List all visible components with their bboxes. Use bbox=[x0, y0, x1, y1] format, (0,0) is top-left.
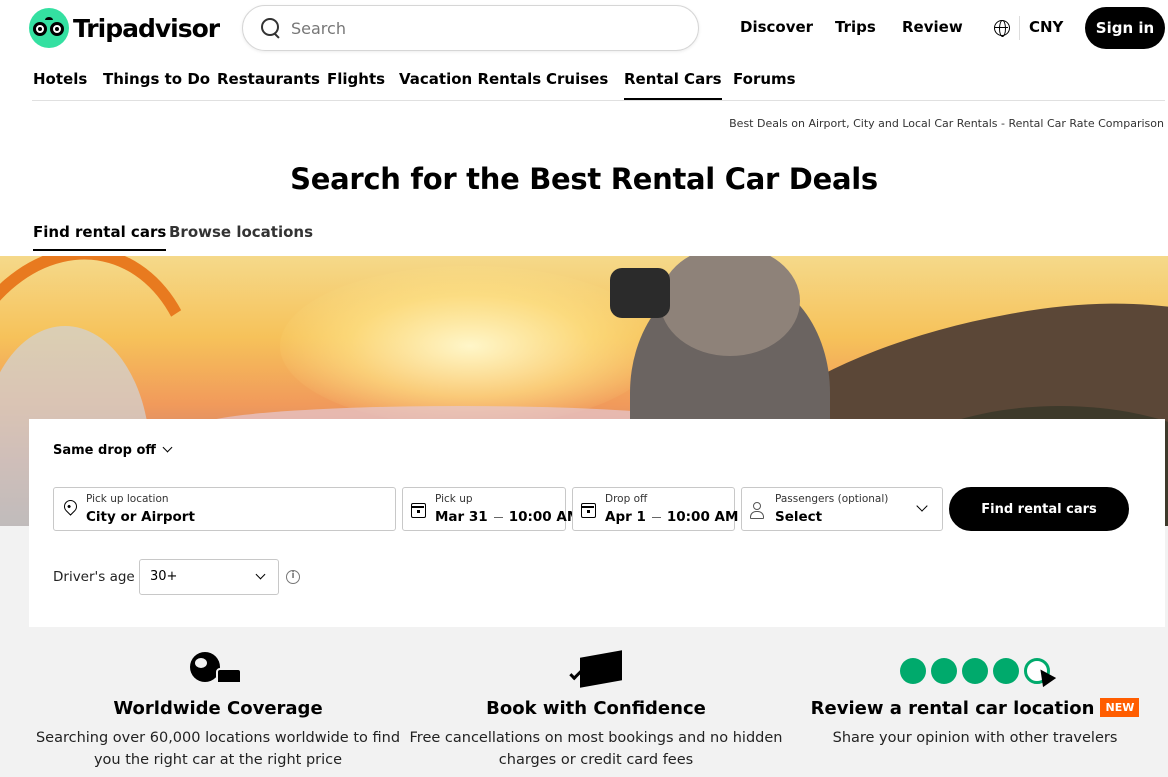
feature-title: Worldwide Coverage bbox=[113, 698, 323, 719]
feature-text: Searching over 60,000 locations worldwid… bbox=[35, 730, 401, 768]
wallet-check-icon bbox=[568, 650, 624, 692]
chevron-down-icon bbox=[916, 500, 928, 512]
globe-icon[interactable] bbox=[994, 20, 1010, 37]
dropoff-date: Apr 1 bbox=[605, 509, 646, 525]
passengers-label: Passengers (optional) bbox=[775, 493, 889, 505]
owl-logo-icon bbox=[29, 8, 69, 48]
nav-trips[interactable]: Trips bbox=[835, 18, 876, 36]
search-bar[interactable] bbox=[242, 5, 699, 51]
rental-search-form: Same drop off Pick up location City or A… bbox=[29, 419, 1165, 627]
nav-review[interactable]: Review bbox=[902, 18, 963, 36]
globe-car-icon bbox=[190, 650, 246, 692]
sign-in-button[interactable]: Sign in bbox=[1085, 7, 1165, 49]
pickup-location-value: City or Airport bbox=[86, 509, 195, 525]
category-cruises[interactable]: Cruises bbox=[546, 70, 608, 88]
dropoff-datetime: Apr 1 10:00 AM bbox=[605, 509, 738, 525]
find-rental-cars-button[interactable]: Find rental cars bbox=[949, 487, 1129, 531]
feature-title-text: Review a rental car location bbox=[810, 698, 1095, 719]
category-rental-cars[interactable]: Rental Cars bbox=[624, 70, 722, 100]
feature-review-location: Review a rental car location NEW Share yo… bbox=[785, 650, 1165, 749]
pickup-date-field[interactable]: Pick up Mar 31 10:00 AM bbox=[402, 487, 580, 531]
feature-worldwide-coverage: Worldwide Coverage Searching over 60,000… bbox=[28, 650, 408, 771]
tab-browse-locations[interactable]: Browse locations bbox=[169, 223, 313, 241]
currency-selector[interactable]: CNY bbox=[1029, 18, 1063, 36]
dropoff-time: 10:00 AM bbox=[666, 509, 739, 525]
dropoff-label: Drop off bbox=[605, 493, 648, 505]
drivers-age-select[interactable]: 30+ bbox=[139, 559, 279, 595]
search-icon bbox=[261, 18, 281, 38]
chevron-down-icon bbox=[255, 569, 266, 580]
pickup-date: Mar 31 bbox=[435, 509, 488, 525]
pickup-location-label: Pick up location bbox=[86, 493, 169, 505]
pickup-location-field[interactable]: Pick up location City or Airport bbox=[53, 487, 396, 531]
feature-text: Free cancellations on most bookings and … bbox=[409, 730, 783, 768]
rating-bubbles-icon bbox=[895, 650, 1057, 692]
dropoff-date-field[interactable]: Drop off Apr 1 10:00 AM bbox=[572, 487, 738, 531]
search-input[interactable] bbox=[291, 18, 671, 38]
chevron-down-icon bbox=[162, 442, 173, 453]
breadcrumb[interactable]: Best Deals on Airport, City and Local Ca… bbox=[729, 117, 1164, 130]
calendar-icon bbox=[581, 503, 596, 518]
calendar-icon bbox=[411, 503, 426, 518]
drop-off-mode-dropdown[interactable]: Same drop off bbox=[53, 442, 173, 458]
location-pin-icon bbox=[61, 497, 80, 516]
feature-title[interactable]: Review a rental car location NEW bbox=[785, 698, 1165, 719]
pickup-datetime: Mar 31 10:00 AM bbox=[435, 509, 580, 525]
passengers-select[interactable]: Passengers (optional) Select bbox=[741, 487, 943, 531]
passengers-value: Select bbox=[775, 509, 823, 525]
category-nav: Hotels Things to Do Restaurants Flights … bbox=[0, 60, 1168, 102]
category-things-to-do[interactable]: Things to Do bbox=[103, 70, 210, 88]
pickup-time: 10:00 AM bbox=[508, 509, 581, 525]
feature-title: Book with Confidence bbox=[486, 698, 706, 719]
drivers-age-value: 30+ bbox=[150, 569, 178, 584]
passengers-icon bbox=[750, 502, 768, 519]
page-title: Search for the Best Rental Car Deals bbox=[290, 162, 878, 196]
new-badge: NEW bbox=[1100, 698, 1140, 717]
nav-discover[interactable]: Discover bbox=[740, 18, 813, 36]
info-icon[interactable]: i bbox=[286, 570, 300, 584]
drivers-age-label: Driver's age bbox=[53, 569, 135, 585]
pickup-label: Pick up bbox=[435, 493, 473, 505]
nav-divider bbox=[1019, 16, 1020, 40]
category-restaurants[interactable]: Restaurants bbox=[217, 70, 320, 88]
category-divider bbox=[32, 100, 1165, 101]
category-vacation-rentals[interactable]: Vacation Rentals bbox=[399, 70, 541, 88]
tripadvisor-logo[interactable]: Tripadvisor bbox=[29, 8, 220, 48]
tab-find-rental-cars[interactable]: Find rental cars bbox=[33, 223, 167, 251]
category-flights[interactable]: Flights bbox=[327, 70, 385, 88]
feature-book-with-confidence: Book with Confidence Free cancellations … bbox=[406, 650, 786, 771]
category-hotels[interactable]: Hotels bbox=[33, 70, 87, 88]
header: Tripadvisor Discover Trips Review CNY Si… bbox=[0, 0, 1168, 56]
brand-name: Tripadvisor bbox=[73, 13, 220, 43]
drop-off-mode-label: Same drop off bbox=[53, 443, 156, 458]
category-forums[interactable]: Forums bbox=[733, 70, 796, 88]
feature-text: Share your opinion with other travelers bbox=[832, 730, 1118, 746]
